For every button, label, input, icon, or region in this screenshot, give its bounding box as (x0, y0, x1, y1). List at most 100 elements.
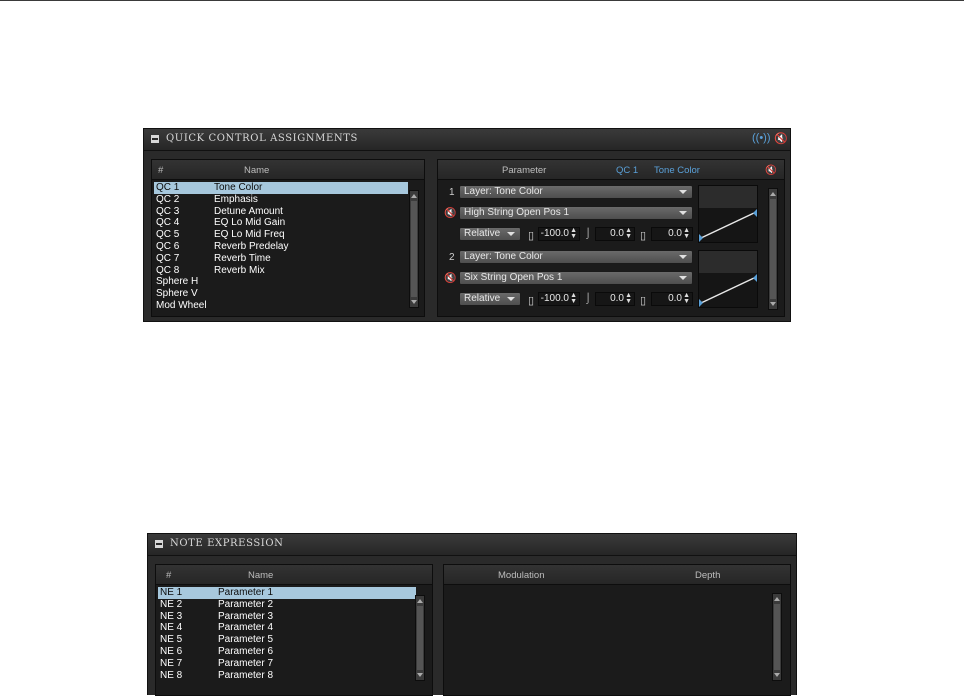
list-item-id: QC 4 (156, 217, 180, 229)
list-item[interactable]: NE 1 Parameter 1 (158, 587, 416, 599)
list-item[interactable]: QC 1 Tone Color (154, 182, 408, 194)
list-item[interactable]: Mod Wheel (154, 300, 408, 312)
collapse-icon[interactable] (151, 135, 159, 143)
curve-value-field[interactable]: 0.0 ▲ ▼ (595, 292, 635, 306)
list-item[interactable]: NE 7 Parameter 7 (158, 658, 416, 670)
list-item-name: Parameter 3 (218, 610, 274, 622)
list-item[interactable]: QC 3 Detune Amount (154, 206, 408, 218)
list-item[interactable]: QC 7 Reverb Time (154, 253, 408, 265)
list-item-id: Sphere V (156, 288, 198, 300)
qc-list-header: # Name (152, 160, 424, 180)
mute-speaker-icon[interactable]: 🔇 (444, 208, 456, 219)
top-divider (0, 0, 964, 1)
list-item-id: NE 7 (160, 657, 183, 669)
col-name-header: Name (244, 165, 270, 176)
parameter-header-label: Parameter (502, 165, 547, 176)
ne-modulation-scrollbar[interactable] (772, 593, 782, 681)
list-item-id: NE 3 (160, 610, 183, 622)
list-item[interactable]: Sphere V (154, 288, 408, 300)
panel-title: NOTE EXPRESSION (170, 538, 284, 549)
quick-control-header: QUICK CONTROL ASSIGNMENTS ((•)) 🔇 (144, 129, 790, 151)
source-dropdown[interactable]: High String Open Pos 1 (459, 206, 693, 220)
list-item-id: QC 3 (156, 205, 180, 217)
mute-all-icon[interactable]: 🔇 (765, 165, 777, 176)
curve-icon: ⌡ (585, 228, 592, 239)
list-item-id: QC 1 (156, 182, 180, 193)
list-item-id: NE 1 (160, 587, 183, 598)
curve-value-field[interactable]: 0.0 ▲ ▼ (595, 227, 635, 241)
list-item[interactable]: QC 8 Reverb Mix (154, 265, 408, 277)
list-item[interactable]: QC 5 EQ Lo Mid Freq (154, 229, 408, 241)
list-item-id: NE 8 (160, 669, 183, 681)
col-name-header: Name (248, 570, 274, 581)
list-item-name: Emphasis (214, 193, 258, 205)
parameter-dropdown[interactable]: Layer: Tone Color (459, 250, 693, 264)
ne-list-scrollbar[interactable] (415, 595, 425, 681)
quick-control-panel: QUICK CONTROL ASSIGNMENTS ((•)) 🔇 # Name… (143, 128, 791, 322)
parameter-dropdown[interactable]: Layer: Tone Color (459, 185, 693, 199)
qc-list: QC 1 Tone Color QC 2 Emphasis QC 3 Detune Amo… (154, 182, 408, 312)
ne-list-panel: # Name NE 1 Parameter 1 NE 2 Parameter 2 NE … (155, 564, 433, 696)
list-item[interactable]: QC 4 EQ Lo Mid Gain (154, 217, 408, 229)
min-value-field[interactable]: -100.0 ▲ ▼ (538, 227, 580, 241)
list-item-id: NE 4 (160, 622, 183, 634)
ne-modulation-panel: Modulation Depth (443, 564, 791, 696)
qc-list-scrollbar[interactable] (409, 190, 419, 308)
min-value-field[interactable]: -100.0 ▲ ▼ (538, 292, 580, 306)
col-num-header: # (158, 165, 164, 176)
ne-list-header: # Name (156, 565, 432, 585)
max-value-field[interactable]: 0.0 ▲ ▼ (651, 292, 693, 306)
mute-speaker-icon[interactable]: 🔇 (444, 273, 456, 284)
qc-list-panel: # Name QC 1 Tone Color QC 2 Emphasis QC 3 Det… (151, 159, 425, 317)
broadcast-icon[interactable]: ((•)) (752, 132, 771, 144)
qc-slots-scrollbar[interactable] (768, 188, 778, 310)
list-item[interactable]: Sphere H (154, 276, 408, 288)
list-item[interactable]: NE 6 Parameter 6 (158, 646, 416, 658)
depth-header-label: Depth (695, 570, 721, 581)
mute-speaker-icon[interactable]: 🔇 (774, 132, 788, 145)
list-item-name: Reverb Mix (214, 264, 265, 276)
list-item[interactable]: NE 8 Parameter 8 (158, 670, 416, 682)
curve-display (698, 185, 758, 243)
curve-icon: ⌡ (585, 293, 592, 304)
source-dropdown[interactable]: Six String Open Pos 1 (459, 271, 693, 285)
max-value-field[interactable]: 0.0 ▲ ▼ (651, 227, 693, 241)
list-item-id: QC 2 (156, 193, 180, 205)
note-expression-header: NOTE EXPRESSION (148, 534, 796, 556)
ne-list: NE 1 Parameter 1 NE 2 Parameter 2 NE 3 Parame… (158, 587, 416, 681)
mode-dropdown[interactable]: Relative (459, 292, 521, 306)
selected-qc-label: QC 1 (616, 165, 639, 176)
list-item-id: QC 7 (156, 252, 180, 264)
list-item-name: EQ Lo Mid Freq (214, 229, 285, 241)
note-expression-panel: NOTE EXPRESSION # Name NE 1 Parameter 1 NE… (147, 533, 797, 696)
curve-graph (699, 251, 757, 307)
list-item[interactable]: NE 5 Parameter 5 (158, 634, 416, 646)
max-slider-icon: ▯ (640, 230, 647, 242)
list-item[interactable]: QC 2 Emphasis (154, 194, 408, 206)
collapse-icon[interactable] (155, 540, 163, 548)
slot-number: 1 (449, 187, 455, 198)
list-item[interactable]: QC 6 Reverb Predelay (154, 241, 408, 253)
list-item-name: Parameter 2 (218, 598, 274, 610)
list-item-name: Detune Amount (214, 205, 283, 217)
min-slider-icon: ▯ (528, 230, 535, 242)
list-item-name: Reverb Time (214, 252, 271, 264)
mode-dropdown[interactable]: Relative (459, 227, 521, 241)
qc-slot: 1 Layer: Tone Color 🔇 High String Open P… (440, 184, 766, 246)
list-item-id: Mod Wheel (156, 299, 207, 311)
curve-display (698, 250, 758, 308)
qc-parameter-panel: Parameter QC 1 Tone Color 🔇 1 Layer: Ton… (437, 159, 785, 317)
list-item-name: Parameter 4 (218, 622, 274, 634)
max-slider-icon: ▯ (640, 295, 647, 307)
slot-number: 2 (449, 252, 455, 263)
list-item[interactable]: NE 2 Parameter 2 (158, 599, 416, 611)
list-item[interactable]: NE 3 Parameter 3 (158, 611, 416, 623)
list-item[interactable]: NE 4 Parameter 4 (158, 622, 416, 634)
list-item-name: Parameter 8 (218, 669, 274, 681)
list-item-name: Tone Color (214, 182, 263, 193)
list-item-name: Parameter 1 (218, 587, 274, 598)
panel-title: QUICK CONTROL ASSIGNMENTS (166, 133, 358, 144)
list-item-id: NE 6 (160, 645, 183, 657)
list-item-id: NE 2 (160, 598, 183, 610)
list-item-name: Parameter 5 (218, 634, 274, 646)
